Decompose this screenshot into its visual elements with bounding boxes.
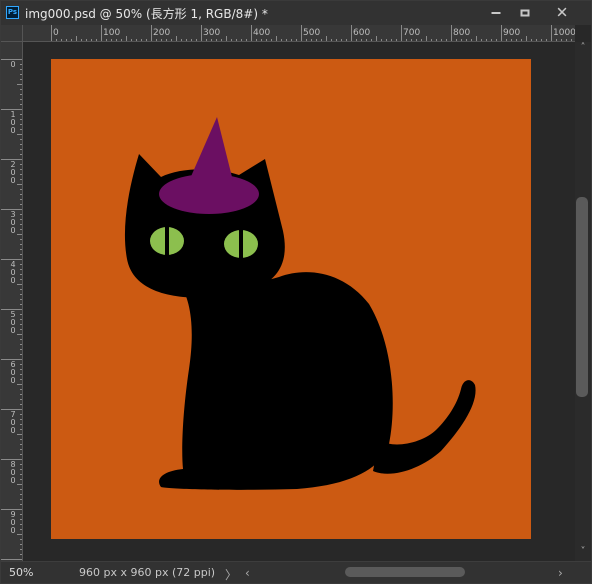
document-size-info[interactable]: 960 px x 960 px (72 ppi) [79, 566, 215, 579]
ruler-tick-label: 900 [10, 510, 16, 535]
scroll-down-arrow-icon[interactable]: ˅ [575, 547, 591, 557]
document-tab-bar: Ps img000.psd @ 50% (長方形 1, RGB/8#) * ✕ [1, 1, 591, 25]
ruler-tick-label: 500 [10, 310, 16, 335]
ruler-tick-label: 400 [253, 28, 271, 38]
ruler-tick-label: 600 [10, 360, 16, 385]
canvas-workspace[interactable] [23, 42, 575, 561]
ruler-tick-label: 700 [10, 410, 16, 435]
ruler-tick-label: 800 [10, 460, 16, 485]
status-menu-chevron-icon[interactable]: 〉 [225, 566, 237, 583]
close-icon: ✕ [555, 3, 569, 22]
maximize-icon [520, 9, 530, 17]
ruler-tick-label: 0 [10, 60, 16, 69]
ruler-origin[interactable] [1, 25, 23, 42]
maximize-button[interactable] [508, 1, 542, 25]
horizontal-scroll-thumb[interactable] [345, 567, 465, 577]
right-pupil [239, 230, 243, 258]
scroll-left-arrow-icon[interactable]: ‹ [245, 566, 250, 580]
ruler-tick-label: 100 [10, 110, 16, 135]
ruler-tick-label: 1000 [553, 28, 575, 38]
photoshop-icon: Ps [6, 6, 19, 19]
ruler-tick-label: 900 [503, 28, 521, 38]
document-tab-title[interactable]: img000.psd @ 50% (長方形 1, RGB/8#) * [25, 5, 268, 22]
ruler-tick-label: 200 [10, 160, 16, 185]
vertical-ruler[interactable]: 0 100 200 300 400 500 600 700 800 900 [1, 42, 23, 561]
ruler-tick-label: 400 [10, 260, 16, 285]
scroll-up-arrow-icon[interactable]: ˄ [575, 43, 591, 53]
minimize-icon [491, 12, 501, 14]
vertical-scroll-thumb[interactable] [576, 197, 588, 397]
horizontal-scrollbar[interactable] [259, 565, 549, 579]
document-window: Ps img000.psd @ 50% (長方形 1, RGB/8#) * ✕ … [0, 0, 592, 584]
artwork [51, 59, 531, 539]
ruler-tick-label: 600 [353, 28, 371, 38]
vertical-scrollbar[interactable]: ˄ ˅ [575, 42, 591, 561]
ruler-tick-label: 200 [153, 28, 171, 38]
ruler-tick-label: 300 [203, 28, 221, 38]
zoom-level-field[interactable]: 50% [9, 566, 57, 579]
ruler-tick-label: 100 [103, 28, 121, 38]
close-button[interactable]: ✕ [545, 1, 579, 25]
ruler-tick-label: 0 [53, 28, 59, 38]
ruler-tick-label: 700 [403, 28, 421, 38]
left-pupil [165, 227, 169, 255]
scroll-right-arrow-icon[interactable]: › [558, 566, 563, 580]
horizontal-ruler[interactable]: 0 100 200 300 400 500 600 700 800 900 10… [23, 25, 575, 42]
ruler-tick-label: 300 [10, 210, 16, 235]
ruler-tick-label: 500 [303, 28, 321, 38]
ruler-tick-label: 800 [453, 28, 471, 38]
status-bar: 50% 960 px x 960 px (72 ppi) 〉 ‹ › [1, 561, 591, 583]
document-canvas[interactable] [51, 59, 531, 539]
